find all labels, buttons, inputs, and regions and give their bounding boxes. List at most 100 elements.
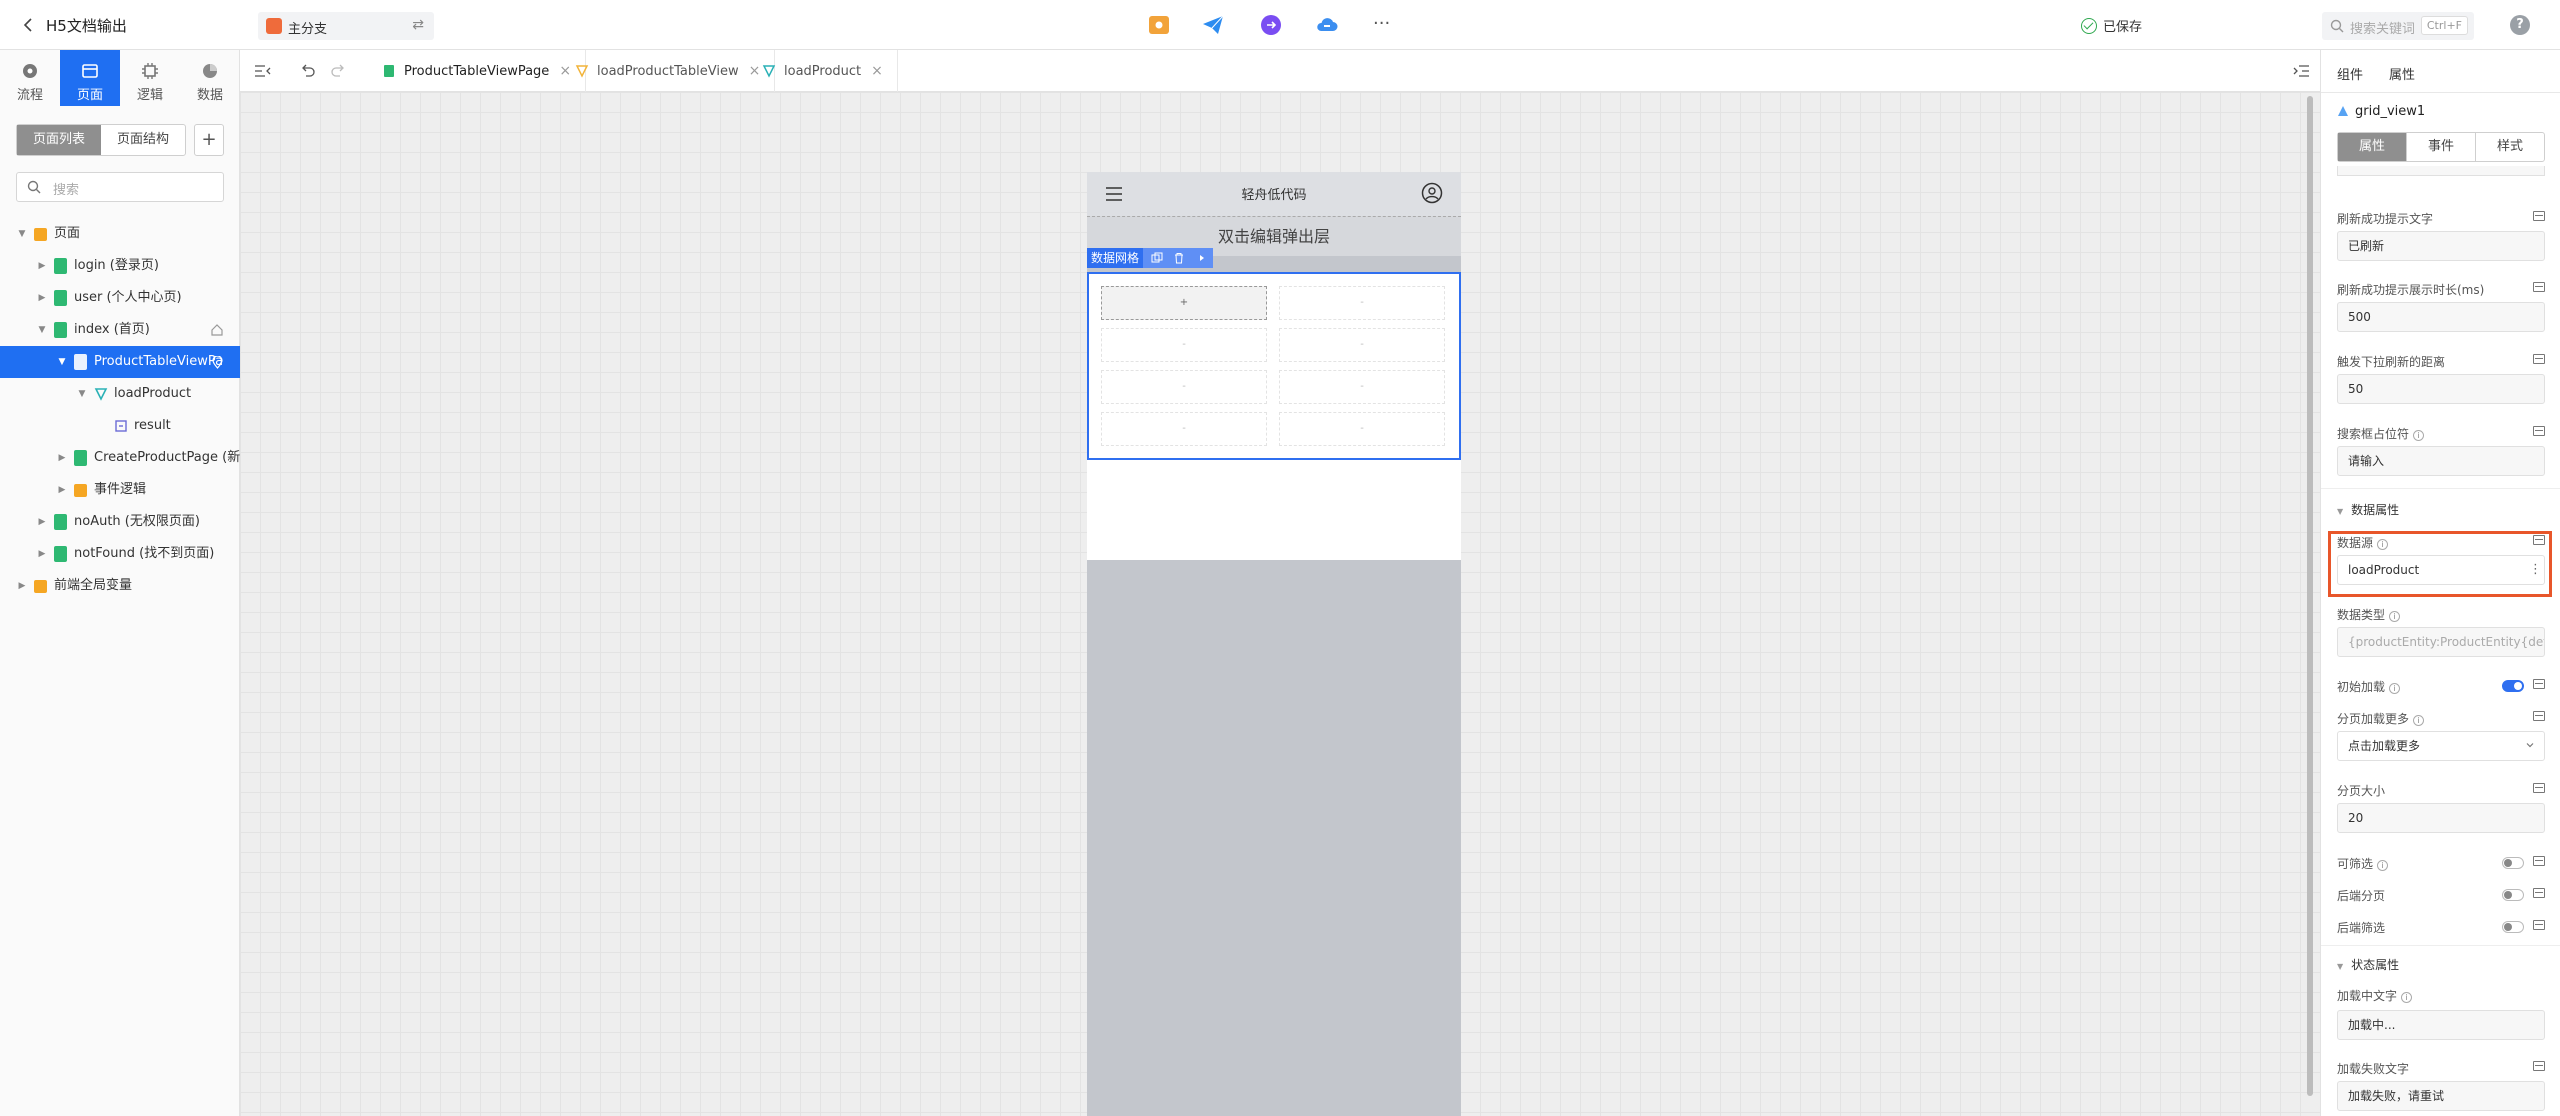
tab-components[interactable]: 组件 <box>2337 64 2363 83</box>
close-icon[interactable]: × <box>871 63 883 79</box>
nav-tab-label: 流程 <box>16 88 43 103</box>
load-more-select[interactable]: 点击加载更多 <box>2337 731 2545 761</box>
filterable-toggle[interactable] <box>2502 857 2524 869</box>
collapse-right-icon[interactable] <box>2292 64 2310 78</box>
tree-item-product-table-view[interactable]: ▼ ProductTableViewPa <box>0 346 240 378</box>
grid-cell: - <box>1101 328 1267 362</box>
info-icon[interactable]: i <box>2401 992 2413 1003</box>
refresh-text-input[interactable]: 已刷新 <box>2337 231 2545 261</box>
chevron-down-icon[interactable] <box>2525 740 2535 750</box>
tree-item-pages[interactable]: ▼ 页面 <box>0 218 240 250</box>
copy-icon[interactable] <box>1151 252 1163 264</box>
global-search[interactable]: 搜索关键词 Ctrl+F <box>2322 12 2474 40</box>
page-list-tab[interactable]: 页面列表 <box>17 125 101 155</box>
add-page-button[interactable]: + <box>194 124 224 156</box>
tab-properties[interactable]: 属性 <box>2389 64 2415 83</box>
caret-right-icon[interactable] <box>1197 252 1207 264</box>
bind-icon[interactable] <box>2533 354 2545 364</box>
caret-down-icon[interactable]: ▼ <box>16 218 28 250</box>
branch-selector[interactable]: 主分支 ⇄ <box>258 12 434 40</box>
page-file-icon <box>74 354 87 370</box>
swap-icon[interactable]: ⇄ <box>412 17 424 33</box>
caret-down-icon[interactable]: ▼ <box>36 314 48 346</box>
initial-load-toggle[interactable] <box>2502 680 2524 692</box>
pull-distance-input[interactable]: 50 <box>2337 374 2545 404</box>
grid-view-label: 数据网格 <box>1087 248 1144 268</box>
info-icon[interactable]: i <box>2413 715 2425 726</box>
page-size-input[interactable]: 20 <box>2337 803 2545 833</box>
tree-item-index[interactable]: ▼ index (首页) <box>0 314 240 346</box>
caret-down-icon[interactable]: ▼ <box>76 378 88 410</box>
tree-item-global-vars[interactable]: ▶ 前端全局变量 <box>0 570 240 602</box>
bind-icon[interactable] <box>2533 426 2545 436</box>
delete-icon[interactable] <box>1173 252 1185 264</box>
bind-icon[interactable] <box>2533 711 2545 721</box>
caret-right-icon[interactable]: ▶ <box>36 250 48 282</box>
error-text-input[interactable]: 加载失败，请重试 <box>2337 1081 2545 1111</box>
editor-tab-bar: ProductTableViewPage × loadProductTableVi… <box>240 50 2320 92</box>
info-icon[interactable]: i <box>2389 611 2401 622</box>
grid-view[interactable]: + - - - - - - - <box>1087 272 1461 460</box>
backend-filter-toggle[interactable] <box>2502 921 2524 933</box>
caret-right-icon[interactable]: ▶ <box>56 442 68 474</box>
styles-tab[interactable]: 样式 <box>2475 133 2544 161</box>
publish-icon[interactable] <box>1201 14 1225 36</box>
tree-item-load-product[interactable]: ▼ loadProduct <box>0 378 240 410</box>
tab-load-product-table-view[interactable]: loadProductTableView × <box>563 50 776 92</box>
caret-right-icon[interactable]: ▶ <box>16 570 28 602</box>
tree-item-result[interactable]: result <box>0 410 240 442</box>
bind-icon[interactable] <box>2533 1061 2545 1071</box>
caret-down-icon[interactable]: ▼ <box>56 346 68 378</box>
search-placeholder-input[interactable]: 请输入 <box>2337 446 2545 476</box>
tab-product-table-view-page[interactable]: ProductTableViewPage × <box>370 50 587 92</box>
collapse-left-icon[interactable] <box>254 64 272 78</box>
info-icon[interactable]: i <box>2413 430 2425 441</box>
bind-icon[interactable] <box>2533 211 2545 221</box>
bind-icon[interactable] <box>2533 920 2545 930</box>
backend-paging-toggle[interactable] <box>2502 889 2524 901</box>
undo-icon[interactable] <box>300 63 316 79</box>
bind-icon[interactable] <box>2533 856 2545 866</box>
caret-right-icon[interactable]: ▶ <box>36 506 48 538</box>
nav-tab-data[interactable]: 数据 <box>180 50 240 106</box>
canvas-scrollbar[interactable] <box>2307 96 2313 1096</box>
attributes-tab[interactable]: 属性 <box>2338 133 2406 161</box>
caret-right-icon[interactable]: ▶ <box>36 538 48 570</box>
page-structure-tab[interactable]: 页面结构 <box>101 125 185 155</box>
events-tab[interactable]: 事件 <box>2406 133 2475 161</box>
bind-icon[interactable] <box>2533 679 2545 689</box>
tree-item-user[interactable]: ▶ user (个人中心页) <box>0 282 240 314</box>
tab-load-product[interactable]: loadProduct × <box>750 50 898 92</box>
search-icon <box>2330 19 2344 33</box>
tree-item-create-product[interactable]: ▶ CreateProductPage (新增 <box>0 442 240 474</box>
status-section-header[interactable]: ▼ 状态属性 <box>2337 956 2399 973</box>
nav-tab-flow[interactable]: 流程 <box>0 50 60 106</box>
more-icon[interactable]: ··· <box>1373 13 1390 34</box>
back-arrow-icon[interactable] <box>20 16 38 34</box>
nav-tab-logic[interactable]: 逻辑 <box>120 50 180 106</box>
tree-item-no-auth[interactable]: ▶ noAuth (无权限页面) <box>0 506 240 538</box>
caret-right-icon[interactable]: ▶ <box>36 282 48 314</box>
refresh-duration-input[interactable]: 500 <box>2337 302 2545 332</box>
bind-icon[interactable] <box>2533 888 2545 898</box>
data-section-header[interactable]: ▼ 数据属性 <box>2337 501 2399 518</box>
info-icon[interactable]: i <box>2389 683 2401 694</box>
preview-icon[interactable] <box>1147 14 1171 36</box>
deploy-icon[interactable] <box>1259 14 1283 36</box>
add-cell-slot[interactable]: + <box>1101 286 1267 320</box>
cloud-icon[interactable] <box>1315 14 1339 36</box>
user-avatar-icon[interactable] <box>1421 182 1443 204</box>
bind-icon[interactable] <box>2533 783 2545 793</box>
tree-item-not-found[interactable]: ▶ notFound (找不到页面) <box>0 538 240 570</box>
redo-icon[interactable] <box>330 63 346 79</box>
nav-tab-page[interactable]: 页面 <box>60 50 120 106</box>
tree-search-input[interactable]: 搜索 <box>16 172 224 202</box>
loading-text-input[interactable]: 加载中... <box>2337 1010 2545 1040</box>
prop-label: 后端筛选 <box>2337 921 2386 935</box>
tree-item-event-logic[interactable]: ▶ 事件逻辑 <box>0 474 240 506</box>
caret-right-icon[interactable]: ▶ <box>56 474 68 506</box>
bind-icon[interactable] <box>2533 282 2545 292</box>
info-icon[interactable]: i <box>2377 860 2389 871</box>
tree-item-login[interactable]: ▶ login (登录页) <box>0 250 240 282</box>
help-icon[interactable]: ? <box>2510 15 2530 35</box>
